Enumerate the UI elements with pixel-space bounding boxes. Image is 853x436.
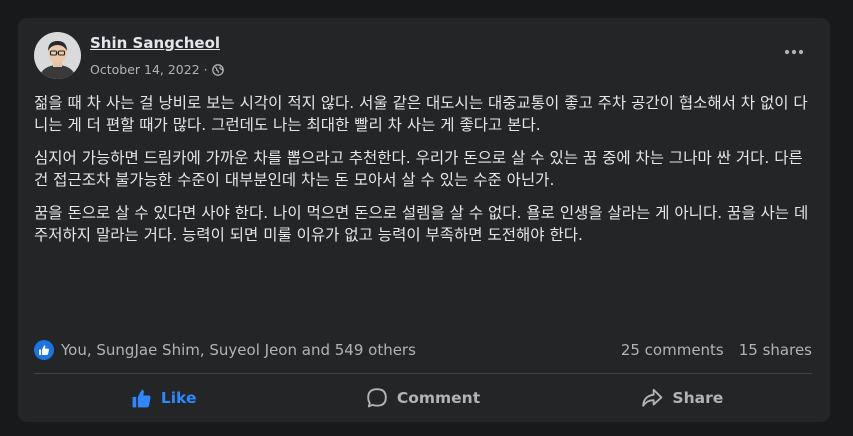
thumbs-up-icon (132, 389, 151, 407)
post-body: 젊을 때 차 사는 걸 낭비로 보는 시각이 적지 않다. 서울 같은 대도시는… (34, 92, 814, 257)
like-reaction-icon[interactable] (34, 340, 54, 360)
post-date[interactable]: October 14, 2022 (90, 62, 200, 77)
post-card: Shin Sangcheol October 14, 2022 · 젊을 때 차… (18, 18, 830, 422)
more-options-button[interactable] (776, 38, 812, 66)
reactors-summary[interactable]: You, SungJae Shim, Suyeol Jeon and 549 o… (61, 341, 621, 359)
share-button[interactable]: Share (553, 380, 812, 416)
comment-button[interactable]: Comment (293, 380, 552, 416)
comment-icon (367, 388, 387, 408)
shares-count[interactable]: 15 shares (739, 341, 812, 359)
more-dots-icon (784, 49, 804, 55)
share-icon (642, 388, 663, 407)
globe-icon[interactable] (211, 63, 224, 76)
meta-separator: · (203, 62, 208, 77)
reaction-stats: You, SungJae Shim, Suyeol Jeon and 549 o… (34, 338, 812, 362)
author-name[interactable]: Shin Sangcheol (90, 34, 220, 52)
divider (34, 373, 812, 374)
post-paragraph: 젊을 때 차 사는 걸 낭비로 보는 시각이 적지 않다. 서울 같은 대도시는… (34, 94, 808, 134)
action-bar: Like Comment Share (34, 380, 812, 416)
post-paragraph: 심지어 가능하면 드림카에 가까운 차를 뽑으라고 추천한다. 우리가 돈으로 … (34, 149, 803, 189)
like-label: Like (160, 389, 197, 407)
avatar[interactable] (34, 32, 81, 79)
share-label: Share (672, 389, 724, 407)
like-button[interactable]: Like (34, 380, 293, 416)
engagement-counts: 25 comments 15 shares (621, 341, 812, 359)
post-paragraph: 꿈을 돈으로 살 수 있다면 사야 한다. 나이 먹으면 돈으로 설렘을 살 수… (34, 204, 809, 244)
post-meta: October 14, 2022 · (90, 62, 224, 77)
comment-label: Comment (396, 389, 481, 407)
comments-count[interactable]: 25 comments (621, 341, 724, 359)
avatar-image (34, 32, 81, 79)
